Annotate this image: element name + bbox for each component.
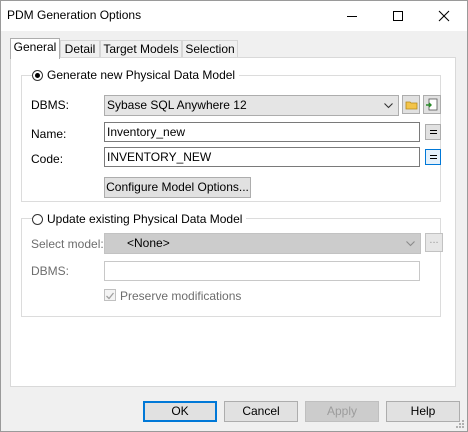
dialog-window: PDM Generation Options General Detail Ta… [0, 0, 468, 432]
equals-icon [430, 130, 437, 131]
checkmark-icon [106, 292, 115, 300]
name-sync-button[interactable] [425, 124, 441, 140]
code-input[interactable]: INVENTORY_NEW [104, 147, 420, 167]
import-icon [426, 98, 438, 111]
code-sync-button[interactable] [425, 149, 441, 165]
dbms-label: DBMS: [31, 98, 70, 112]
general-tab-panel: Generate new Physical Data Model DBMS: S… [10, 57, 456, 387]
name-input[interactable]: Inventory_new [104, 122, 420, 142]
maximize-button[interactable] [375, 1, 421, 31]
dbms-select[interactable]: Sybase SQL Anywhere 12 [104, 95, 399, 116]
import-dbms-button[interactable] [423, 95, 441, 114]
chevron-down-icon [406, 241, 415, 247]
equals-icon [430, 155, 437, 156]
radio-unselected-icon [32, 213, 43, 225]
tab-target-models[interactable]: Target Models [100, 40, 182, 58]
folder-icon [405, 101, 418, 110]
configure-model-options-button[interactable]: Configure Model Options... [104, 177, 251, 198]
name-label: Name: [31, 127, 67, 141]
window-title: PDM Generation Options [7, 8, 142, 22]
open-folder-button[interactable] [402, 95, 420, 114]
cancel-button[interactable]: Cancel [224, 401, 298, 422]
tab-selection[interactable]: Selection [182, 40, 238, 58]
maximize-icon [393, 11, 403, 21]
apply-button[interactable]: Apply [305, 401, 379, 422]
tab-detail[interactable]: Detail [60, 40, 100, 58]
tab-general[interactable]: General [10, 38, 60, 59]
browse-model-button[interactable]: ... [425, 233, 443, 252]
code-label: Code: [31, 152, 64, 166]
existing-dbms-label: DBMS: [31, 264, 70, 278]
minimize-icon [347, 16, 357, 17]
generate-new-radio[interactable]: Generate new Physical Data Model [32, 68, 240, 82]
radio-selected-icon [32, 69, 43, 81]
title-bar[interactable]: PDM Generation Options [1, 1, 467, 31]
close-button[interactable] [421, 1, 467, 31]
chevron-down-icon [384, 103, 393, 109]
minimize-button[interactable] [329, 1, 375, 31]
existing-dbms-field[interactable] [104, 261, 420, 281]
help-button[interactable]: Help [386, 401, 460, 422]
preserve-modifications-label: Preserve modifications [120, 289, 242, 303]
select-model-label: Select model: [31, 237, 104, 251]
preserve-modifications-checkbox[interactable] [104, 289, 116, 301]
close-icon [438, 10, 450, 22]
resize-grip-icon[interactable] [455, 419, 465, 429]
update-existing-radio[interactable]: Update existing Physical Data Model [32, 212, 247, 226]
ok-button[interactable]: OK [143, 401, 217, 422]
select-model-dropdown[interactable]: <None> [104, 233, 421, 254]
